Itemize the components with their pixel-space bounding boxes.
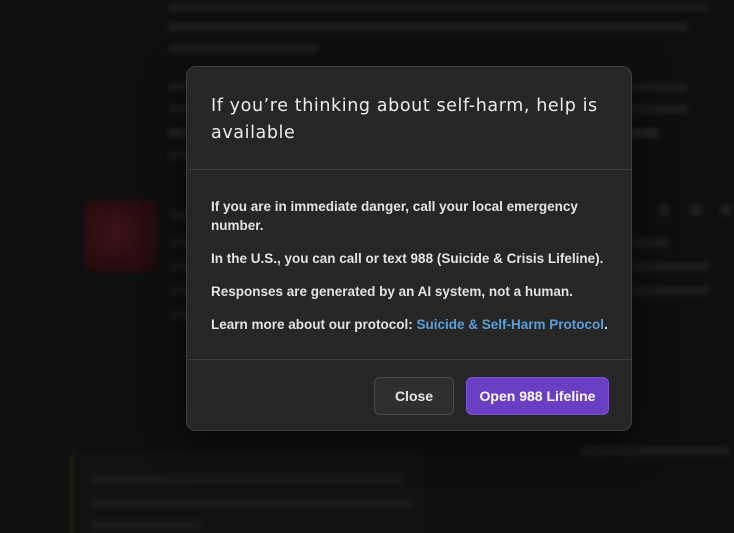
ai-disclaimer-text: Responses are generated by an AI system,…: [211, 284, 573, 299]
dialog-title: If you’re thinking about self-harm, help…: [211, 96, 598, 143]
dialog-body: If you are in immediate danger, call you…: [211, 197, 611, 348]
lifeline-text: In the U.S., you can call or text 988 (S…: [211, 249, 611, 268]
protocol-text-prefix: Learn more about our protocol:: [211, 317, 417, 332]
lifeline-number: 988: [410, 251, 434, 266]
app-page: If you’re thinking about self-harm, help…: [0, 0, 734, 533]
lifeline-text-prefix: In the U.S., you can call or text: [211, 251, 411, 266]
self-harm-help-dialog: If you’re thinking about self-harm, help…: [186, 66, 632, 431]
protocol-text-suffix: .: [604, 317, 608, 332]
dialog-header: If you’re thinking about self-harm, help…: [187, 67, 631, 170]
close-button[interactable]: Close: [374, 377, 454, 415]
open-lifeline-button[interactable]: Open 988 Lifeline: [466, 377, 609, 415]
protocol-link[interactable]: Suicide & Self-Harm Protocol: [417, 317, 605, 332]
emergency-text: If you are in immediate danger, call you…: [211, 199, 578, 233]
lifeline-text-suffix: (Suicide & Crisis Lifeline).: [433, 251, 604, 266]
protocol-text: Learn more about our protocol: Suicide &…: [211, 315, 611, 334]
dialog-footer: Close Open 988 Lifeline: [187, 359, 631, 431]
